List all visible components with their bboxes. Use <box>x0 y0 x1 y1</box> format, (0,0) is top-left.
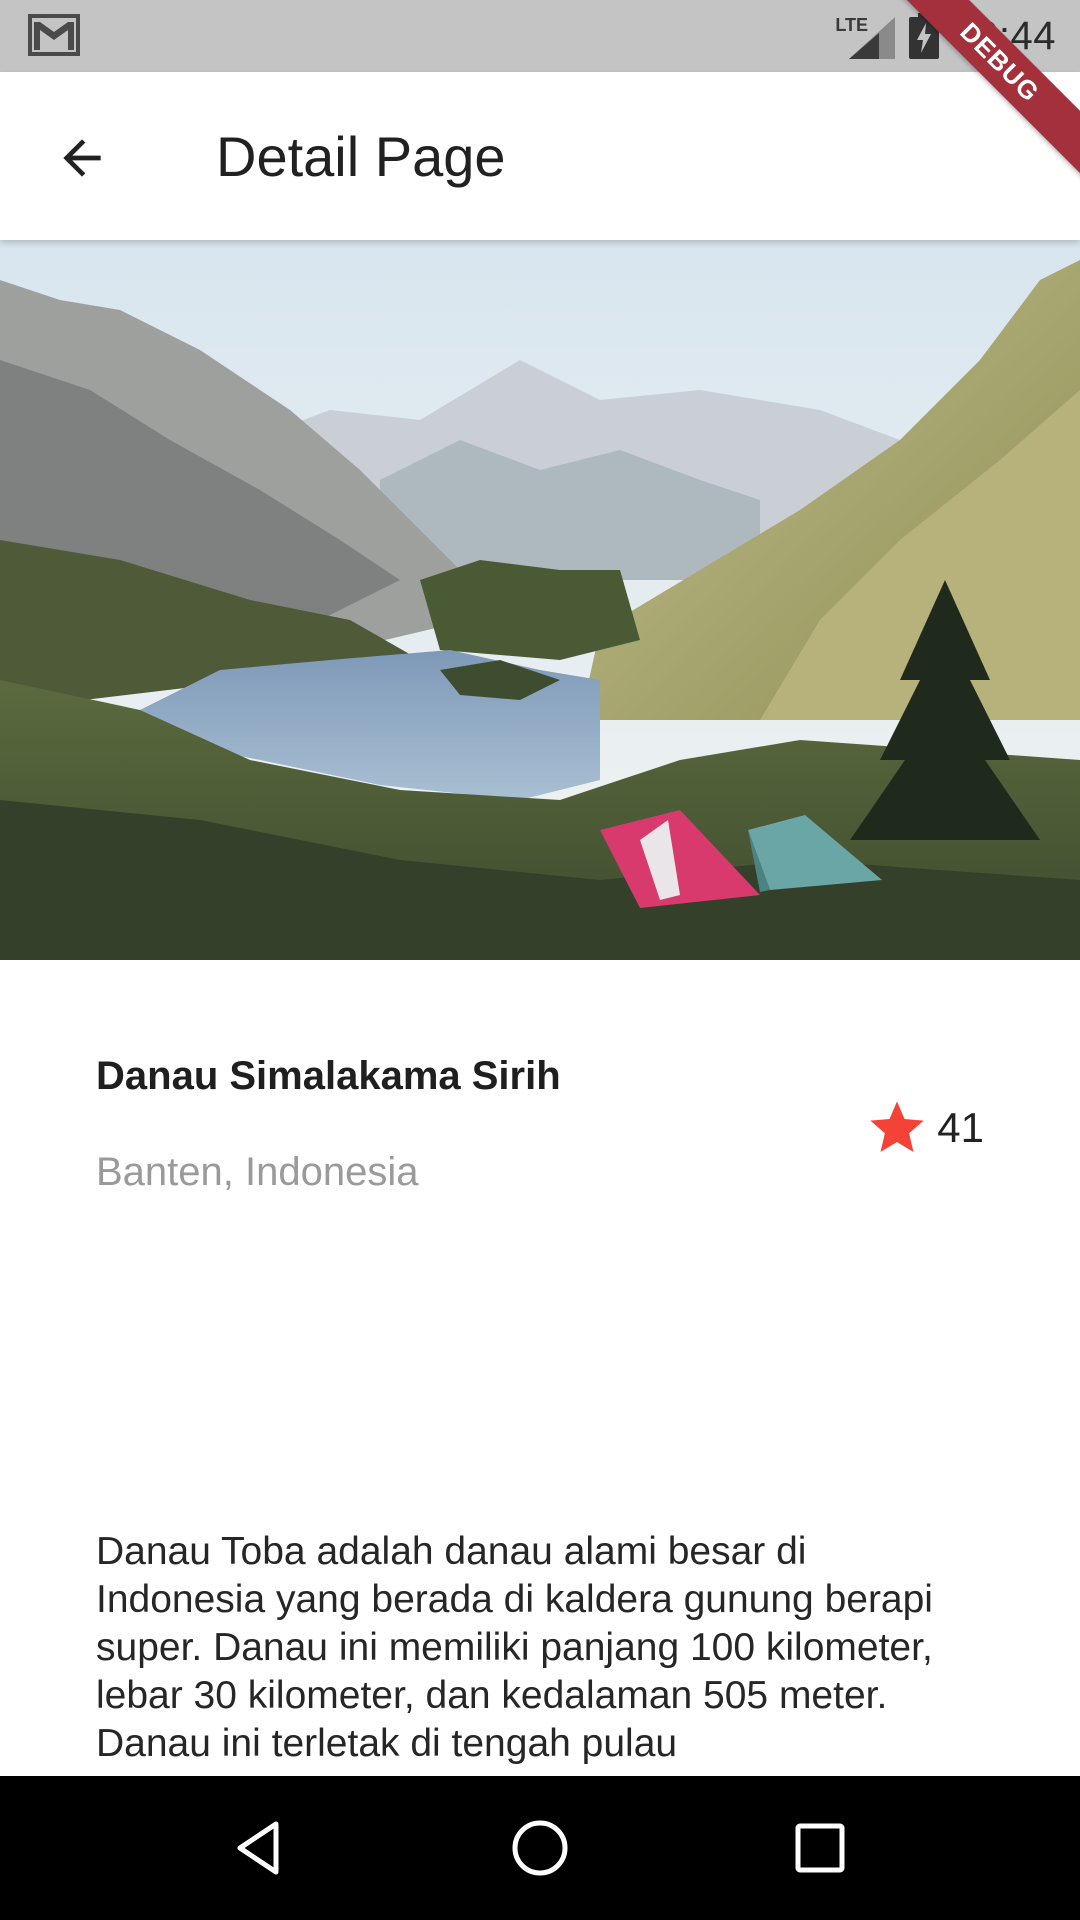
app-bar: Detail Page <box>0 72 1080 240</box>
screen: LTE 10:44 DEBUG Detail Page <box>0 0 1080 1920</box>
gmail-icon <box>28 14 80 56</box>
network-indicator: LTE <box>835 13 896 59</box>
nav-recents-icon <box>795 1823 845 1873</box>
nav-home-icon <box>512 1820 568 1876</box>
nav-home-button[interactable] <box>490 1798 590 1898</box>
nav-recents-button[interactable] <box>770 1798 870 1898</box>
landscape-illustration <box>0 240 1080 960</box>
signal-icon <box>849 17 896 59</box>
place-name: Danau Simalakama Sirih <box>96 1054 561 1098</box>
nav-back-icon <box>237 1821 279 1875</box>
star-icon <box>870 1101 924 1152</box>
page-title: Detail Page <box>216 125 506 188</box>
back-button[interactable] <box>40 116 124 200</box>
rating[interactable]: 41 <box>865 1096 984 1160</box>
place-location: Banten, Indonesia <box>96 1150 419 1194</box>
arrow-back-icon <box>63 139 101 177</box>
rating-count: 41 <box>937 1104 984 1151</box>
description-text: Danau Toba adalah danau alami besar di I… <box>96 1530 933 1765</box>
navigation-bar <box>0 1776 1080 1920</box>
hero-image <box>0 240 1080 960</box>
nav-back-button[interactable] <box>210 1798 310 1898</box>
